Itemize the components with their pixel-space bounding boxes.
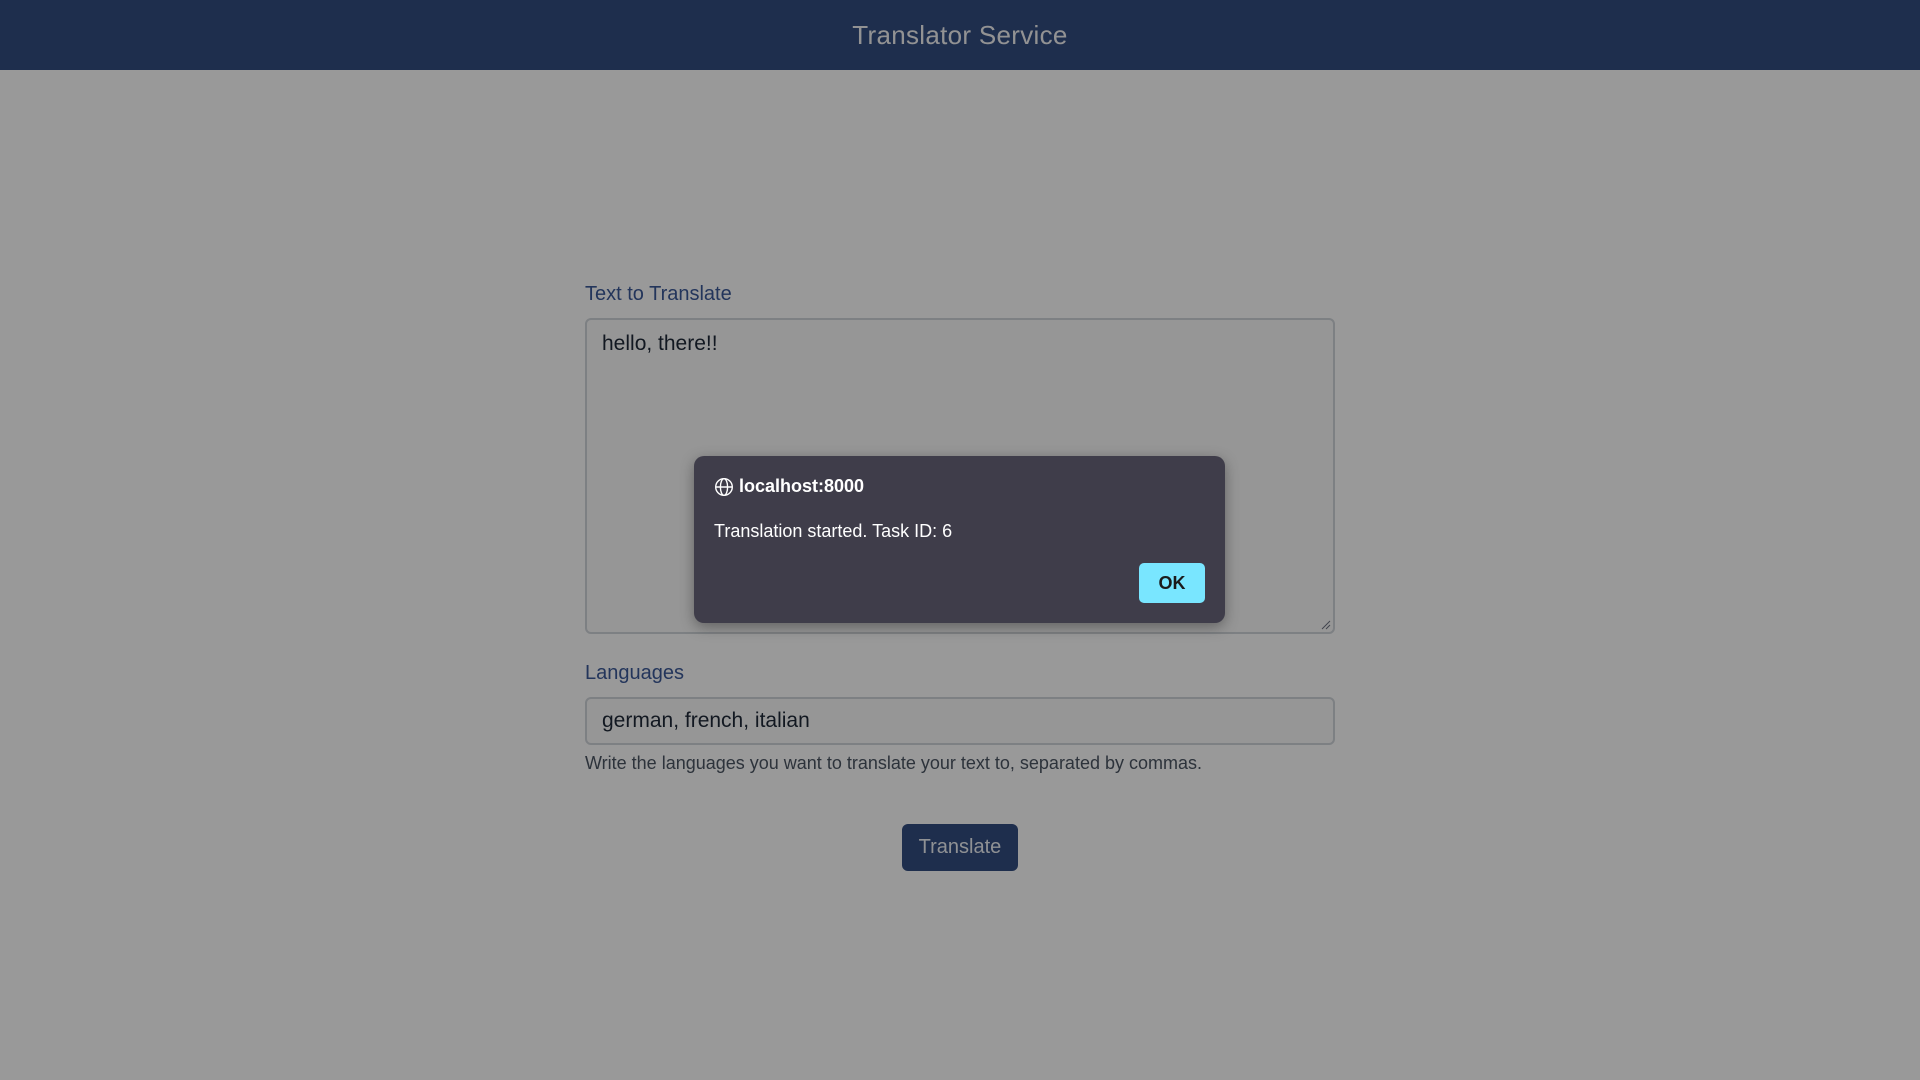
- globe-icon: [714, 477, 734, 496]
- alert-dialog: localhost:8000 Translation started. Task…: [694, 456, 1225, 623]
- dialog-message: Translation started. Task ID: 6: [714, 521, 953, 541]
- ok-button[interactable]: OK: [1139, 563, 1205, 603]
- dialog-origin: localhost:8000: [714, 476, 1205, 497]
- dialog-origin-text: localhost:8000: [739, 476, 865, 496]
